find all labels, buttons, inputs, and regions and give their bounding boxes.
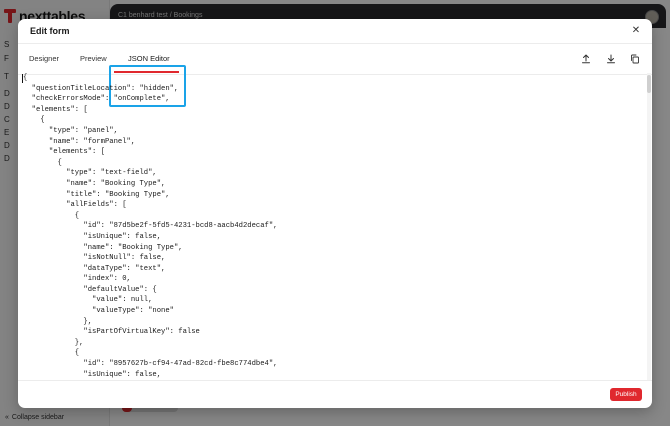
tab-json-editor[interactable]: JSON Editor — [128, 54, 170, 63]
json-editor[interactable]: { "questionTitleLocation": "hidden", "ch… — [18, 73, 652, 380]
tabs-bar: Designer Preview JSON Editor — [18, 45, 652, 107]
tab-preview[interactable]: Preview — [80, 54, 107, 63]
scrollbar-thumb[interactable] — [647, 75, 651, 93]
json-code[interactable]: { "questionTitleLocation": "hidden", "ch… — [23, 73, 277, 380]
modal-header: Edit form ✕ — [18, 19, 652, 44]
modal-title: Edit form — [30, 26, 70, 36]
modal-footer: Publish — [18, 380, 652, 408]
publish-button[interactable]: Publish — [610, 388, 642, 401]
copy-icon[interactable] — [630, 54, 640, 64]
scrollbar-track[interactable] — [647, 73, 651, 380]
edit-form-modal: Edit form ✕ Designer Preview JSON Editor… — [18, 19, 652, 408]
tab-designer[interactable]: Designer — [29, 54, 59, 63]
close-icon[interactable]: ✕ — [630, 25, 642, 37]
upload-icon[interactable] — [581, 54, 591, 64]
download-icon[interactable] — [606, 54, 616, 64]
